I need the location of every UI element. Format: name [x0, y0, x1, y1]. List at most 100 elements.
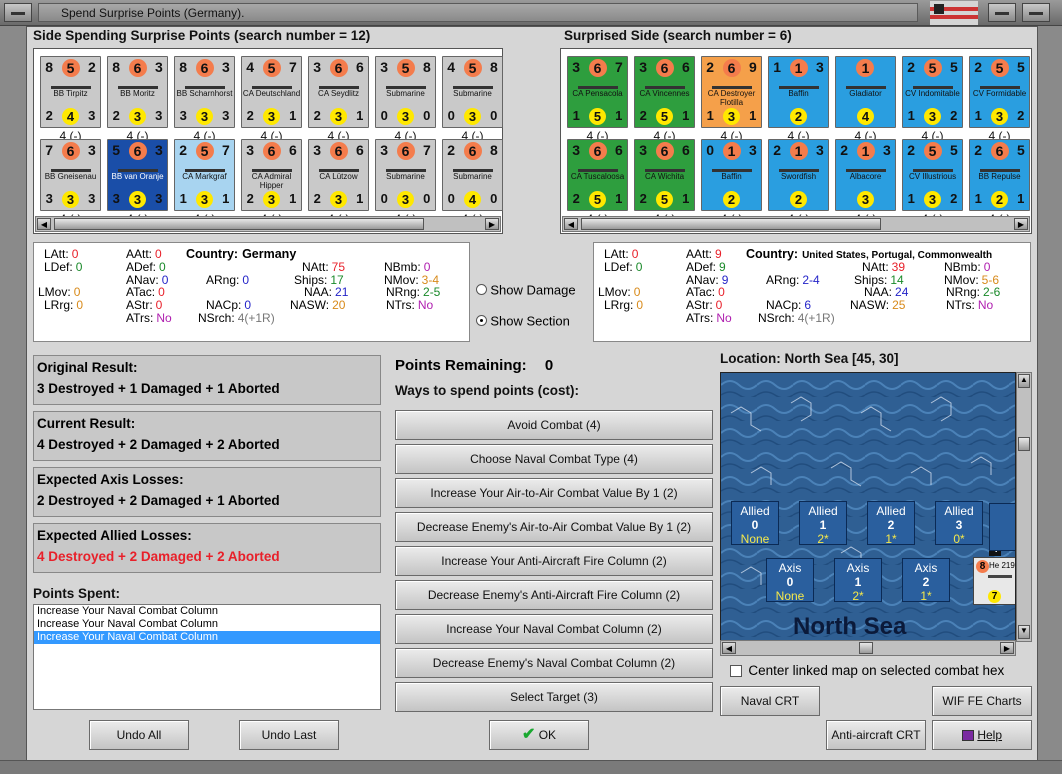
scroll-left-arrow-icon[interactable]: ◀ — [37, 218, 51, 230]
ok-button[interactable]: ✔ OK — [489, 720, 589, 750]
scroll-thumb[interactable] — [581, 218, 881, 230]
unit-name: He 219 — [989, 561, 1015, 570]
spend-option-button[interactable]: Increase Your Air-to-Air Combat Value By… — [395, 478, 713, 508]
scroll-right-arrow-icon[interactable]: ▶ — [1014, 218, 1028, 230]
ship-silhouette-icon — [645, 162, 685, 172]
unit-card[interactable]: 2 6 5 BB Repulse 1 2 1 — [969, 139, 1030, 211]
scroll-thumb[interactable] — [54, 218, 424, 230]
unit-card[interactable]: 3 6 6 CA Vincennes 2 5 1 — [634, 56, 695, 128]
unit-card[interactable]: 1 1 3 Baffin 2 — [768, 56, 829, 128]
unit-card[interactable]: 5 6 3 BB van Oranje 3 3 3 — [107, 139, 168, 211]
center-map-checkbox[interactable]: Center linked map on selected combat hex — [730, 663, 1004, 678]
points-spent-list[interactable]: Increase Your Naval Combat Column Increas… — [33, 604, 381, 710]
unit-card[interactable]: 3 6 6 CA Admiral Hipper 2 3 1 — [241, 139, 302, 211]
unit-card[interactable]: 2 1 3 Swordfish 2 — [768, 139, 829, 211]
unit-card[interactable]: 0 1 3 Baffin 2 — [701, 139, 762, 211]
scroll-thumb[interactable] — [859, 642, 873, 654]
spend-option-button[interactable]: Choose Naval Combat Type (4) — [395, 444, 713, 474]
minimize-button[interactable] — [988, 3, 1016, 22]
hex-map[interactable]: Allied 0 None Allied 1 2* Allied 2 1* Allied 3 0* A… — [720, 372, 1016, 642]
undo-all-button[interactable]: Undo All — [89, 720, 189, 750]
map-vertical-scrollbar[interactable]: ▲ ▼ — [1016, 372, 1032, 642]
unit-card[interactable]: 2 5 5 CV Illustrious 1 3 2 — [902, 139, 963, 211]
radio-checked-icon[interactable] — [476, 315, 487, 327]
box-value: 1* — [885, 532, 897, 546]
scroll-up-arrow-icon[interactable]: ▲ — [1018, 374, 1030, 388]
card-bottom-value: 2 — [723, 191, 740, 208]
allied-combat-box[interactable]: Allied 3 0* — [935, 501, 983, 546]
close-button[interactable] — [1022, 3, 1050, 22]
wif-charts-button[interactable]: WIF FE Charts — [932, 686, 1032, 716]
card-top-values: 863 — [175, 59, 234, 77]
unit-card[interactable]: 2 6 8 Submarine 0 4 0 — [442, 139, 503, 211]
axis-combat-box[interactable]: Axis 0 None — [766, 558, 814, 603]
card-top-value: 0 — [706, 142, 715, 158]
show-section-radio[interactable]: Show Section — [476, 313, 570, 328]
unit-card[interactable]: 3 6 7 CA Pensacola 1 5 1 — [567, 56, 628, 128]
show-damage-radio[interactable]: Show Damage — [476, 282, 576, 297]
spend-option-button[interactable]: Decrease Enemy's Air-to-Air Combat Value… — [395, 512, 713, 542]
stat-label: LAtt: — [44, 247, 69, 261]
card-bottom-value: 3 — [722, 108, 740, 125]
scroll-down-arrow-icon[interactable]: ▼ — [1018, 625, 1030, 639]
stat-value: 9 — [719, 260, 726, 274]
stat-label: NRng: — [946, 285, 981, 299]
card-name: CA Pensacola — [572, 89, 623, 98]
axis-combat-box[interactable]: Axis 2 1* — [902, 558, 950, 603]
map-horizontal-scrollbar[interactable]: ◀ ▶ — [720, 640, 1016, 656]
points-spent-item[interactable]: Increase Your Naval Combat Column — [34, 631, 380, 644]
unit-card[interactable]: 8 6 3 BB Moritz 2 3 3 — [107, 56, 168, 128]
box-side: Axis — [914, 561, 938, 575]
scroll-left-arrow-icon[interactable]: ◀ — [722, 642, 736, 654]
unit-card[interactable]: 1 Gladiator 4 — [835, 56, 896, 128]
card-top-values: 366 — [309, 59, 368, 77]
unit-card[interactable]: 3 6 6 CA Seydlitz 2 3 1 — [308, 56, 369, 128]
anti-aircraft-crt-button[interactable]: Anti-aircraft CRT — [826, 720, 926, 750]
card-top-value: 5 — [1016, 59, 1025, 75]
card-bottom-value: 3 — [155, 108, 163, 123]
spend-option-button[interactable]: Avoid Combat (4) — [395, 410, 713, 440]
unit-card[interactable]: 7 6 3 BB Gneisenau 3 3 3 — [40, 139, 101, 211]
checkbox-icon[interactable] — [730, 664, 742, 677]
unit-card[interactable]: 8 6 3 BB Scharnhorst 3 3 3 — [174, 56, 235, 128]
radio-unchecked-icon[interactable] — [476, 284, 487, 296]
undo-last-button[interactable]: Undo Last — [239, 720, 339, 750]
unit-card[interactable]: 3 6 6 CA Tuscaloosa 2 5 1 — [567, 139, 628, 211]
scroll-right-arrow-icon[interactable]: ▶ — [1000, 642, 1014, 654]
card-top-value: 5 — [923, 59, 942, 77]
points-spent-item[interactable]: Increase Your Naval Combat Column — [34, 618, 380, 631]
allied-combat-box[interactable]: Allied 2 1* — [867, 501, 915, 546]
help-button[interactable]: Help — [932, 720, 1032, 750]
scroll-right-arrow-icon[interactable]: ▶ — [485, 218, 499, 230]
stat-natt: NAtt: 75 — [302, 260, 345, 274]
unit-card[interactable]: 3 5 8 Submarine 0 3 0 — [375, 56, 436, 128]
points-spent-item[interactable]: Increase Your Naval Combat Column — [34, 605, 380, 618]
allied-combat-box[interactable]: Allied 0 None — [731, 501, 779, 546]
unit-card[interactable]: 2 5 5 CV Indomitable 1 3 2 — [902, 56, 963, 128]
unit-card[interactable]: 2 5 7 CA Markgraf 1 3 1 — [174, 139, 235, 211]
naval-crt-button[interactable]: Naval CRT — [720, 686, 820, 716]
spend-option-button[interactable]: Select Target (3) — [395, 682, 713, 712]
unit-card[interactable]: 8 5 2 BB Tirpitz 2 4 3 — [40, 56, 101, 128]
left-card-scrollbar[interactable]: ◀ ▶ — [35, 216, 501, 232]
spend-option-button[interactable]: Decrease Enemy's Anti-Aircraft Fire Colu… — [395, 580, 713, 610]
system-menu-button[interactable] — [4, 3, 32, 22]
card-top-value: 2 — [706, 59, 715, 75]
allied-combat-box[interactable]: Allied 1 2* — [799, 501, 847, 546]
unit-card[interactable]: 4 5 7 CA Deutschland 2 3 1 — [241, 56, 302, 128]
axis-combat-box[interactable]: Axis 1 2* — [834, 558, 882, 603]
spend-option-button[interactable]: Decrease Enemy's Naval Combat Column (2) — [395, 648, 713, 678]
unit-card[interactable]: 2 5 5 CV Formidable 1 3 2 — [969, 56, 1030, 128]
scroll-left-arrow-icon[interactable]: ◀ — [564, 218, 578, 230]
unit-card[interactable]: 3 6 6 CA Lützow 2 3 1 — [308, 139, 369, 211]
he219-unit-counter[interactable]: 8 He 219 7 — [973, 557, 1015, 605]
unit-card[interactable]: 4 5 8 Submarine 0 3 0 — [442, 56, 503, 128]
right-card-scrollbar[interactable]: ◀ ▶ — [562, 216, 1030, 232]
unit-card[interactable]: 2 1 3 Albacore 3 — [835, 139, 896, 211]
unit-card[interactable]: 3 6 7 Submarine 0 3 0 — [375, 139, 436, 211]
unit-card[interactable]: 3 6 6 CA Wichita 2 5 1 — [634, 139, 695, 211]
spend-option-button[interactable]: Increase Your Anti-Aircraft Fire Column … — [395, 546, 713, 576]
scroll-thumb[interactable] — [1018, 437, 1030, 451]
spend-option-button[interactable]: Increase Your Naval Combat Column (2) — [395, 614, 713, 644]
unit-card[interactable]: 2 6 9 CA Destroyer Flotilla 1 3 1 — [701, 56, 762, 128]
